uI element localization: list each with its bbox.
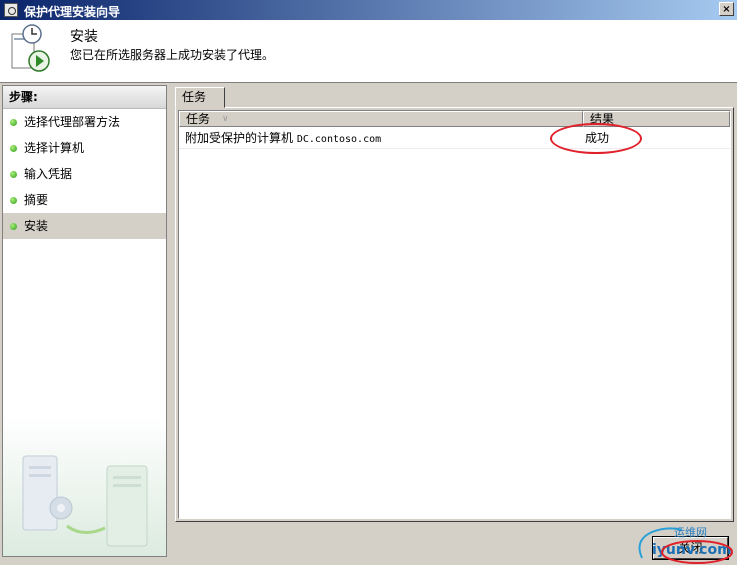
step-bullet-icon — [10, 197, 17, 204]
watermark-text: 运维网 — [674, 526, 707, 539]
step-label: 摘要 — [24, 193, 49, 207]
step-enter-credentials[interactable]: 输入凭据 — [3, 161, 166, 187]
list-header: 任务 ∨ 结果 — [179, 111, 730, 127]
table-row[interactable]: 附加受保护的计算机 DC.contoso.com 成功 — [179, 128, 730, 149]
page-title: 安装 — [70, 29, 98, 45]
window-title: 保护代理安装向导 — [24, 5, 121, 19]
steps-heading: 步骤: — [3, 86, 166, 109]
task-description: 附加受保护的计算机 — [185, 131, 294, 145]
server-illustration-icon — [3, 416, 166, 556]
steps-sidebar: 步骤: 选择代理部署方法 选择计算机 输入凭据 摘要 安装 — [2, 85, 167, 557]
step-bullet-icon — [10, 145, 17, 152]
column-label: 任务 — [186, 112, 211, 126]
step-label: 选择计算机 — [24, 141, 85, 155]
step-bullet-icon — [10, 223, 17, 230]
watermark-logo: 运维网 iyunv.com — [638, 526, 733, 564]
step-bullet-icon — [10, 119, 17, 126]
sort-arrow-icon: ∨ — [222, 114, 229, 124]
step-bullet-icon — [10, 171, 17, 178]
window-clock-icon — [4, 3, 18, 17]
title-bar: 保护代理安装向导 × — [0, 0, 737, 20]
window-close-button[interactable]: × — [719, 2, 734, 16]
step-label: 选择代理部署方法 — [24, 115, 121, 129]
step-label: 输入凭据 — [24, 167, 73, 181]
tab-panel: 任务 ∨ 结果 附加受保护的计算机 DC.contoso.com 成功 — [175, 107, 734, 522]
step-label: 安装 — [24, 219, 49, 233]
annotation-circle — [550, 123, 642, 154]
task-cell: 附加受保护的计算机 DC.contoso.com — [185, 128, 381, 150]
computer-name: DC.contoso.com — [296, 134, 382, 145]
task-list[interactable]: 任务 ∨ 结果 附加受保护的计算机 DC.contoso.com 成功 — [178, 110, 731, 519]
page-subtitle: 您已在所选服务器上成功安装了代理。 — [70, 48, 275, 62]
step-summary[interactable]: 摘要 — [3, 187, 166, 213]
step-select-computer[interactable]: 选择计算机 — [3, 135, 166, 161]
step-install[interactable]: 安装 — [3, 213, 166, 239]
wizard-install-icon — [11, 24, 50, 72]
column-header-task[interactable]: 任务 ∨ — [179, 111, 583, 127]
tab-tasks[interactable]: 任务 — [175, 87, 225, 108]
wizard-header: 安装 您已在所选服务器上成功安装了代理。 — [0, 20, 737, 83]
step-select-deploy-method[interactable]: 选择代理部署方法 — [3, 109, 166, 135]
